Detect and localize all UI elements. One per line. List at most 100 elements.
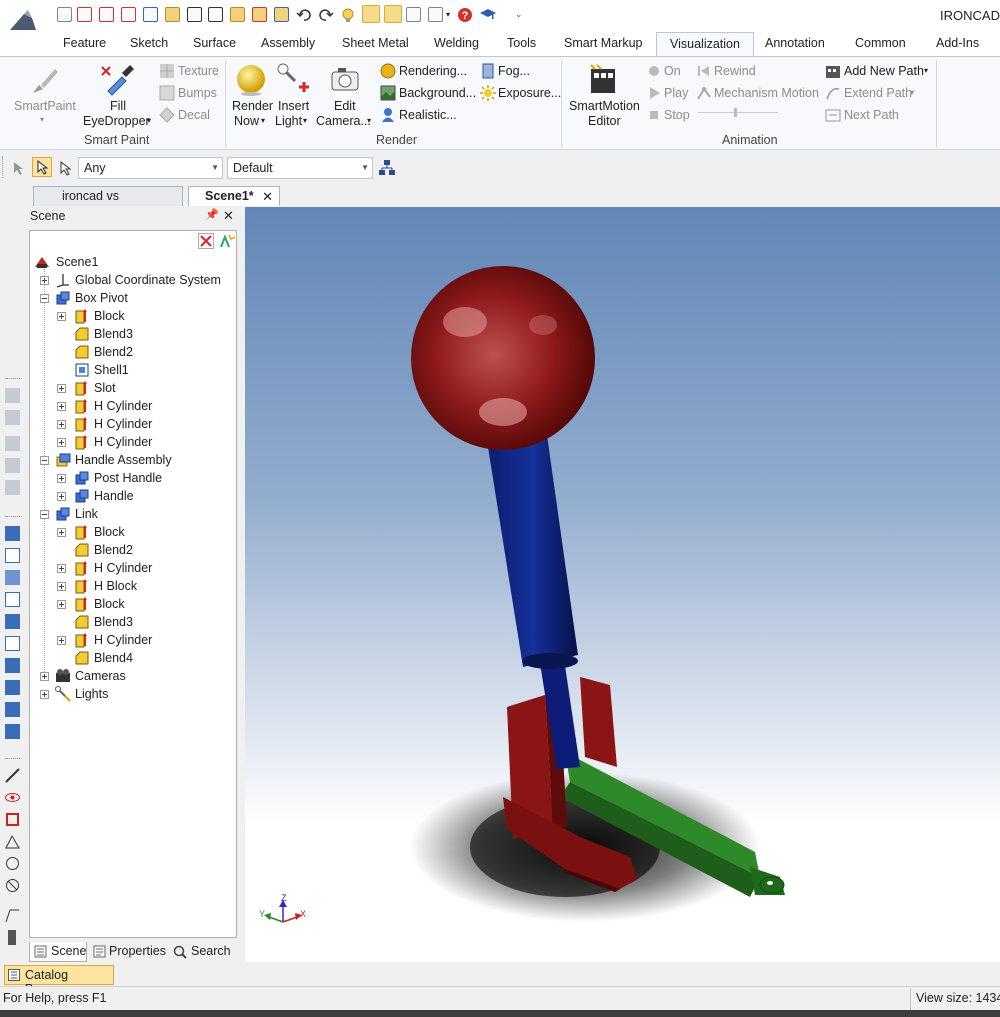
tree-node[interactable]: H Cylinder [30, 559, 235, 577]
tab-tools[interactable]: Tools [507, 36, 536, 50]
texture-button[interactable]: Texture [178, 64, 219, 79]
new-drawing-icon[interactable] [99, 7, 114, 22]
tab-add-ins[interactable]: Add-Ins [936, 36, 979, 50]
render-label[interactable]: Render [232, 99, 273, 114]
angle-icon[interactable] [5, 834, 20, 849]
select-parts-icon[interactable] [11, 159, 29, 177]
smartmotion-label[interactable]: SmartMotion [569, 99, 640, 114]
open-catalog-icon[interactable] [230, 7, 245, 22]
tree-node[interactable]: Cameras [30, 667, 235, 685]
expand-icon[interactable] [57, 582, 66, 591]
select-filter-icon[interactable] [57, 159, 75, 177]
toolbar-grip[interactable] [5, 516, 20, 518]
tree-node[interactable]: Handle Assembly [30, 451, 235, 469]
tree-node[interactable]: Blend2 [30, 541, 235, 559]
expand-icon[interactable] [40, 672, 49, 681]
edit-camera-label[interactable]: Camera... [316, 114, 371, 129]
tab-annotation[interactable]: Annotation [765, 36, 825, 50]
tab-visualization[interactable]: Visualization [656, 32, 754, 56]
extend-path-dropdown-icon[interactable]: ▾ [910, 88, 914, 97]
view-iso-icon[interactable] [5, 480, 20, 495]
extend-path-button[interactable]: Extend Path [844, 86, 912, 101]
tree-node[interactable]: Block [30, 595, 235, 613]
close-tab-icon[interactable]: ✕ [262, 187, 273, 206]
tab-surface[interactable]: Surface [193, 36, 236, 50]
hierarchy-icon[interactable] [378, 159, 396, 177]
transfer-icon[interactable] [274, 7, 289, 22]
realistic-button[interactable]: Realistic... [399, 108, 457, 123]
tab-smart-markup[interactable]: Smart Markup [564, 36, 643, 50]
no-entry-icon[interactable] [5, 878, 20, 893]
bumps-button[interactable]: Bumps [178, 86, 217, 101]
expand-icon[interactable] [57, 384, 66, 393]
customize-qat-icon[interactable]: ⌄ [515, 9, 523, 20]
ruler-icon[interactable] [5, 908, 20, 923]
render-now-dropdown-icon[interactable]: ▾ [261, 116, 265, 125]
new-scene-icon[interactable] [77, 7, 92, 22]
mechanism-motion-button[interactable]: Mechanism Motion [714, 86, 819, 101]
tree-node[interactable]: H Cylinder [30, 397, 235, 415]
expand-icon[interactable] [57, 474, 66, 483]
doc-tab-scene1[interactable]: Scene1* ✕ [188, 186, 280, 206]
toolbar-grip[interactable] [2, 156, 6, 178]
fog-button[interactable]: Fog... [498, 64, 530, 79]
view-front-icon[interactable] [5, 410, 20, 425]
save-as-icon[interactable] [208, 7, 223, 22]
measure-icon[interactable] [5, 768, 20, 783]
tree-node[interactable]: Block [30, 307, 235, 325]
tree-node[interactable]: Blend3 [30, 613, 235, 631]
tab-scene[interactable]: Scene [29, 942, 87, 962]
hidden-line-icon[interactable] [5, 592, 20, 607]
help-icon[interactable]: ? [457, 7, 473, 23]
tree-node[interactable]: Block [30, 523, 235, 541]
shade-edges-icon[interactable] [5, 570, 20, 585]
outline-icon[interactable] [5, 636, 20, 651]
stop-button[interactable]: Stop [664, 108, 690, 123]
view-side-icon[interactable] [5, 458, 20, 473]
expand-icon[interactable] [57, 438, 66, 447]
show-tri-ball-icon[interactable] [362, 5, 380, 23]
new-icon[interactable] [57, 7, 72, 22]
tab-search[interactable]: Search [173, 942, 235, 962]
tab-properties[interactable]: Properties [91, 942, 169, 962]
eyedropper-dropdown-icon[interactable]: ▾ [147, 116, 151, 125]
insert-label[interactable]: Insert [278, 99, 309, 114]
tree-node[interactable]: Link [30, 505, 235, 523]
scene-tree[interactable]: Scene1 Global Coordinate System Box Pivot B… [29, 250, 237, 938]
expand-icon[interactable] [57, 312, 66, 321]
smartpaint-dropdown-icon[interactable]: ▾ [40, 115, 44, 124]
edit-label[interactable]: Edit [334, 99, 356, 114]
edit-camera-dropdown-icon[interactable]: ▾ [367, 116, 371, 125]
exposure-button[interactable]: Exposure... [498, 86, 561, 101]
play-button[interactable]: Play [664, 86, 688, 101]
collapse-icon[interactable] [40, 510, 49, 519]
shade-5-icon[interactable] [5, 724, 20, 739]
fill-label[interactable]: Fill [110, 99, 126, 114]
expand-icon[interactable] [57, 636, 66, 645]
smartmotion-editor-label[interactable]: Editor [588, 114, 621, 129]
section-icon[interactable] [5, 812, 20, 827]
tree-node[interactable]: Lights [30, 685, 235, 703]
animation-slider-track[interactable] [698, 112, 778, 113]
tree-node[interactable]: Handle [30, 487, 235, 505]
next-path-button[interactable]: Next Path [844, 108, 899, 123]
tree-node[interactable]: Blend2 [30, 343, 235, 361]
save-icon[interactable] [187, 7, 202, 22]
toolbar-grip[interactable] [5, 378, 20, 380]
tree-node[interactable]: Global Coordinate System [30, 271, 235, 289]
scene-search-bar[interactable] [29, 230, 237, 250]
expand-icon[interactable] [57, 402, 66, 411]
tree-node[interactable]: H Cylinder [30, 415, 235, 433]
shade-2-icon[interactable] [5, 658, 20, 673]
shade-4-icon[interactable] [5, 702, 20, 717]
animation-slider-thumb[interactable] [734, 108, 737, 117]
tree-node[interactable]: Box Pivot [30, 289, 235, 307]
pin-icon[interactable]: 📌 [205, 208, 219, 221]
rewind-button[interactable]: Rewind [714, 64, 756, 79]
shade-3-icon[interactable] [5, 680, 20, 695]
tree-node[interactable]: Blend3 [30, 325, 235, 343]
3d-viewport[interactable]: Z Y X [245, 207, 1000, 962]
clear-search-icon[interactable] [198, 233, 214, 249]
background-button[interactable]: Background... [399, 86, 476, 101]
copy-icon[interactable] [428, 7, 443, 22]
